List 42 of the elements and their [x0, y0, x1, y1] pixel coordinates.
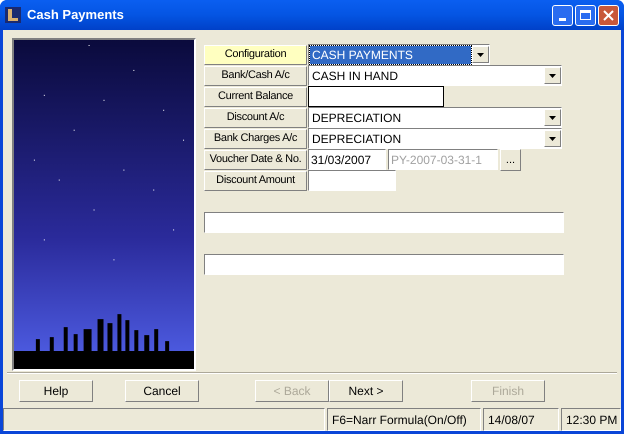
field-label: Discount Amount: [204, 170, 307, 190]
field-label: Voucher Date & No.: [204, 150, 307, 170]
amount-field[interactable]: [308, 170, 396, 191]
dropdown-field[interactable]: DEPRECIATION: [308, 107, 562, 128]
date-field[interactable]: 31/03/2007: [308, 149, 386, 170]
caret-icon: [549, 116, 556, 120]
dropdown-field[interactable]: CASH PAYMENTS: [308, 44, 490, 65]
balance-field[interactable]: [308, 86, 444, 107]
dropdown-button[interactable]: [544, 109, 561, 126]
close-button[interactable]: [598, 4, 619, 26]
field-value: CASH IN HAND: [311, 68, 400, 84]
narration-field[interactable]: [204, 212, 564, 233]
caret-icon: [549, 136, 556, 140]
status-text: 12:30 PM: [561, 408, 621, 431]
wizard-button[interactable]: Cancel: [125, 380, 199, 402]
dropdown-button[interactable]: [544, 67, 561, 84]
dropdown-field[interactable]: DEPRECIATION: [308, 128, 562, 149]
narration-field[interactable]: [204, 254, 564, 275]
caret-icon: [549, 74, 556, 78]
dropdown-field[interactable]: CASH IN HAND: [308, 65, 562, 86]
voucher-number-field: PY-2007-03-31-1: [388, 149, 498, 170]
dropdown-button[interactable]: [472, 46, 489, 63]
field-label: Discount A/c: [204, 108, 307, 128]
field-label: Bank Charges A/c: [204, 128, 307, 148]
app-icon: [5, 7, 21, 23]
field-value: DEPRECIATION: [311, 110, 402, 126]
field-label: Current Balance: [204, 86, 307, 106]
close-icon: [603, 10, 614, 20]
minimize-button[interactable]: [552, 4, 573, 26]
wizard-button[interactable]: Help: [19, 380, 93, 402]
field-label: Configuration: [204, 44, 307, 64]
window-title: Cash Payments: [27, 6, 125, 24]
maximize-button[interactable]: [575, 4, 596, 26]
status-text: 14/08/07: [483, 408, 559, 431]
browse-button[interactable]: ...: [500, 148, 521, 170]
status-text: F6=Narr Formula(On/Off): [327, 408, 481, 431]
field-label: Bank/Cash A/c: [204, 66, 307, 86]
field-value: CASH PAYMENTS: [310, 46, 471, 64]
caret-icon: [477, 52, 484, 56]
dropdown-button[interactable]: [544, 130, 561, 147]
wizard-button[interactable]: Next >: [329, 380, 403, 402]
field-value: DEPRECIATION: [311, 130, 402, 148]
